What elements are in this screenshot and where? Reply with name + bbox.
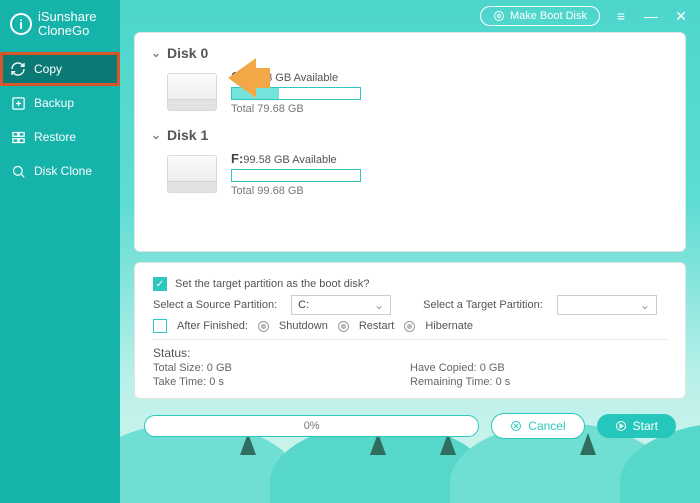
status-have-copied: Have Copied: 0 GB bbox=[410, 362, 667, 374]
source-partition-label: Select a Source Partition: bbox=[153, 299, 277, 311]
sidebar-item-label: Copy bbox=[34, 62, 62, 76]
status-take-time: Take Time: 0 s bbox=[153, 376, 410, 388]
minimize-icon[interactable]: — bbox=[642, 7, 660, 25]
usage-bar bbox=[231, 169, 361, 182]
restart-label: Restart bbox=[359, 320, 394, 332]
disk-title: Disk 0 bbox=[167, 45, 208, 61]
target-partition-label: Select a Target Partition: bbox=[423, 299, 543, 311]
drive-icon bbox=[167, 155, 217, 193]
make-boot-label: Make Boot Disk bbox=[510, 10, 587, 22]
restart-radio[interactable] bbox=[338, 321, 349, 332]
after-finished-label: After Finished: bbox=[177, 320, 248, 332]
sidebar-item-label: Restore bbox=[34, 130, 76, 144]
partition-total: Total 79.68 GB bbox=[231, 103, 361, 115]
progress-bar: 0% bbox=[144, 415, 479, 437]
refresh-icon bbox=[10, 61, 26, 77]
hibernate-radio[interactable] bbox=[404, 321, 415, 332]
sidebar-item-label: Backup bbox=[34, 96, 74, 110]
app-name-line2: CloneGo bbox=[38, 24, 97, 38]
disk-header[interactable]: ⌄ Disk 1 bbox=[151, 127, 663, 143]
sidebar-item-label: Disk Clone bbox=[34, 164, 92, 178]
layers-icon bbox=[10, 129, 26, 145]
disk-search-icon bbox=[10, 163, 26, 179]
plus-box-icon bbox=[10, 95, 26, 111]
menu-icon[interactable]: ≡ bbox=[612, 7, 630, 25]
close-icon[interactable]: ✕ bbox=[672, 7, 690, 25]
partition-total: Total 99.68 GB bbox=[231, 185, 361, 197]
start-label: Start bbox=[633, 419, 658, 433]
cancel-label: Cancel bbox=[528, 419, 565, 433]
sidebar-item-backup[interactable]: Backup bbox=[0, 86, 120, 120]
target-partition-select[interactable] bbox=[557, 295, 657, 315]
sidebar: i iSunshare CloneGo Copy Backup Restore bbox=[0, 0, 120, 503]
shutdown-radio[interactable] bbox=[258, 321, 269, 332]
source-partition-select[interactable]: C: bbox=[291, 295, 391, 315]
partition-letter: F: bbox=[231, 151, 243, 166]
boot-disk-checkbox[interactable]: ✓ bbox=[153, 277, 167, 291]
titlebar: Make Boot Disk ≡ — ✕ bbox=[120, 0, 700, 32]
partition-available: 99.58 GB Available bbox=[243, 154, 336, 166]
hibernate-label: Hibernate bbox=[425, 320, 473, 332]
start-button[interactable]: Start bbox=[597, 414, 676, 438]
sidebar-item-copy[interactable]: Copy bbox=[0, 52, 120, 86]
app-name-line1: iSunshare bbox=[38, 10, 97, 24]
boot-disk-label: Set the target partition as the boot dis… bbox=[175, 278, 369, 290]
cancel-button[interactable]: Cancel bbox=[491, 413, 584, 439]
chevron-down-icon: ⌄ bbox=[151, 46, 163, 60]
app-logo: i iSunshare CloneGo bbox=[0, 0, 120, 52]
app-logo-icon: i bbox=[10, 13, 32, 35]
shutdown-label: Shutdown bbox=[279, 320, 328, 332]
sidebar-item-restore[interactable]: Restore bbox=[0, 120, 120, 154]
disk-title: Disk 1 bbox=[167, 127, 208, 143]
after-finished-checkbox[interactable]: ✓ bbox=[153, 319, 167, 333]
status-total-size: Total Size: 0 GB bbox=[153, 362, 410, 374]
status-remaining-time: Remaining Time: 0 s bbox=[410, 376, 667, 388]
partition-row[interactable]: F:99.58 GB Available Total 99.68 GB bbox=[157, 147, 663, 207]
make-boot-disk-button[interactable]: Make Boot Disk bbox=[480, 6, 600, 26]
options-panel: ✓ Set the target partition as the boot d… bbox=[134, 262, 686, 399]
status-label: Status: bbox=[153, 346, 667, 360]
drive-icon bbox=[167, 73, 217, 111]
footer: 0% Cancel Start bbox=[134, 409, 686, 439]
chevron-down-icon: ⌄ bbox=[151, 128, 163, 142]
sidebar-item-disk-clone[interactable]: Disk Clone bbox=[0, 154, 120, 188]
disks-panel: ⌄ Disk 0 C:50.13 GB Available Total 79.6… bbox=[134, 32, 686, 252]
